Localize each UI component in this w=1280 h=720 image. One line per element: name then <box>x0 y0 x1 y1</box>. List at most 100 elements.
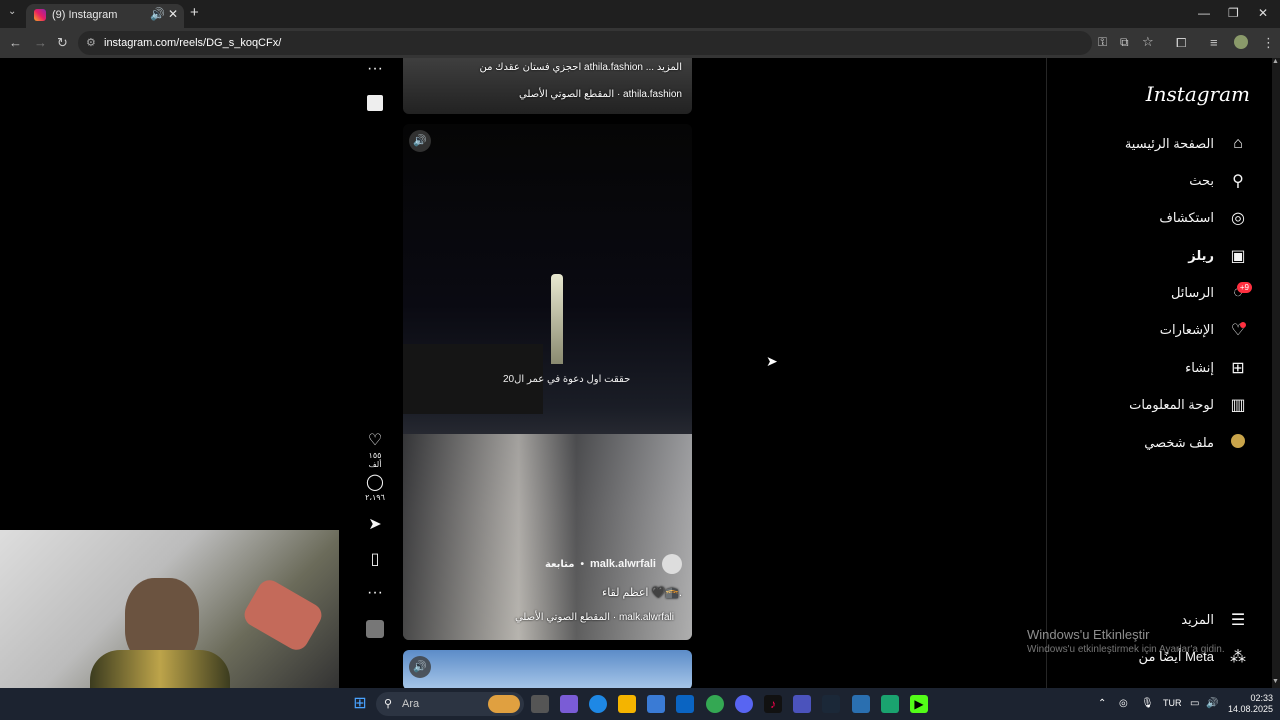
nav-label: استكشاف <box>1159 210 1214 225</box>
nav-search[interactable]: بحث ⚲ <box>1189 166 1248 196</box>
page-scrollbar[interactable]: ▲ ▼ <box>1272 58 1280 688</box>
audio-thumbnail-icon[interactable] <box>367 95 383 111</box>
nav-create[interactable]: إنشاء ⊞ <box>1185 353 1248 383</box>
webcam-overlay <box>0 530 339 690</box>
nav-label: بحث <box>1189 173 1214 188</box>
extensions-icon[interactable]: ⧠ <box>1176 35 1186 51</box>
media-controls-icon[interactable]: ≡ <box>1210 35 1218 50</box>
heart-icon: ♡ <box>367 432 383 449</box>
chrome-icon[interactable] <box>706 695 724 713</box>
reel-previous[interactable]: احجزي فستان عقدك من athila.fashion ... ا… <box>403 58 692 114</box>
window-close-icon[interactable]: ✕ <box>1258 6 1268 20</box>
more-options-icon[interactable]: ··· <box>363 60 387 78</box>
notification-dot <box>1240 322 1246 328</box>
new-tab-icon[interactable]: + <box>190 4 199 21</box>
like-button[interactable]: ♡ ١٥٥ ألف <box>363 430 387 469</box>
copilot-icon[interactable] <box>560 695 578 713</box>
reel-audio[interactable]: المقطع الصوتي الأصلي · athila.fashion <box>519 89 682 100</box>
tray-app-icon[interactable]: ◎ <box>1119 698 1128 709</box>
password-key-icon[interactable]: ⚿ <box>1098 35 1107 50</box>
nav-explore[interactable]: استكشاف ◎ <box>1159 203 1248 233</box>
reel-next[interactable]: 🔊 <box>403 650 692 688</box>
teams-icon[interactable] <box>793 695 811 713</box>
speaker-icon[interactable]: 🔊 <box>1206 698 1218 709</box>
address-bar[interactable]: ⚙ instagram.com/reels/DG_s_koqCFx/ ⚿ ⧉ ☆ <box>78 31 1154 55</box>
settings-app-icon[interactable] <box>852 695 870 713</box>
nav-label: ريلز <box>1188 248 1214 263</box>
messages-badge: +9 <box>1236 282 1252 293</box>
tab-close-icon[interactable]: ✕ <box>168 7 178 21</box>
bookmark-star-icon[interactable]: ☆ <box>1142 34 1154 50</box>
language-indicator[interactable]: TUR <box>1163 698 1182 708</box>
avatar-icon <box>1228 433 1248 453</box>
outlook-icon[interactable] <box>676 695 694 713</box>
profile-avatar-icon[interactable] <box>1234 35 1248 49</box>
follow-button[interactable]: متابعة <box>545 559 575 570</box>
discord-icon[interactable] <box>735 695 753 713</box>
nav-home[interactable]: الصفحة الرئيسية ⌂ <box>1125 129 1248 159</box>
author-avatar[interactable] <box>662 554 682 574</box>
file-explorer-icon[interactable] <box>618 695 636 713</box>
activation-watermark-title: Windows'u Etkinleştir <box>1027 627 1150 642</box>
tray-overflow-icon[interactable]: ⌃ <box>1098 698 1106 709</box>
tab-title: (9) Instagram <box>52 9 118 21</box>
comment-button[interactable]: ◯ ٢،١٩٦ <box>363 472 387 502</box>
messenger-icon: ◌ +9 <box>1228 282 1252 302</box>
nav-dashboard[interactable]: لوحة المعلومات ▥ <box>1129 390 1248 420</box>
menu-kebab-icon[interactable]: ⋮ <box>1262 35 1275 51</box>
edge-icon[interactable] <box>589 695 607 713</box>
reel-current[interactable]: 🔊 حققت اول دعوة في عمر ال20 متابعة • mal… <box>403 124 692 640</box>
scroll-down-icon[interactable]: ▼ <box>1272 678 1279 685</box>
nav-messages[interactable]: الرسائل ◌ +9 <box>1171 278 1252 308</box>
reel-audio[interactable]: المقطع الصوتي الأصلي · malk.alwrfali <box>515 612 674 623</box>
back-icon[interactable]: ← <box>9 35 22 50</box>
minimize-icon[interactable]: — <box>1198 6 1210 20</box>
scroll-up-icon[interactable]: ▲ <box>1272 58 1279 65</box>
comment-icon: ◯ <box>366 474 384 491</box>
nav-label: إنشاء <box>1185 360 1214 375</box>
store-icon[interactable] <box>647 695 665 713</box>
nav-reels[interactable]: ريلز ▣ <box>1188 241 1248 271</box>
nav-notifications[interactable]: الإشعارات ♡ <box>1160 315 1248 345</box>
network-icon[interactable]: ▭ <box>1190 698 1199 709</box>
more-options-icon[interactable]: ··· <box>363 584 387 602</box>
steam-icon[interactable] <box>822 695 840 713</box>
nav-label: ملف شخصي <box>1144 435 1214 450</box>
forward-icon[interactable]: → <box>34 35 47 50</box>
search-icon: ⚲ <box>1232 173 1244 190</box>
tiktok-icon[interactable]: ♪ <box>764 695 782 713</box>
volume-icon[interactable]: 🔊 <box>409 130 431 152</box>
phone-glare <box>240 575 326 655</box>
windows-start-icon[interactable]: ⊞ <box>351 695 369 713</box>
microphone-icon[interactable]: 🎙 <box>1141 698 1154 709</box>
instagram-logo[interactable]: Instagram <box>1146 82 1250 106</box>
browser-tab[interactable]: (9) Instagram 🔊 ✕ <box>26 4 184 28</box>
person-shirt <box>90 650 230 690</box>
taskbar-search[interactable]: ⚲ Ara <box>376 692 524 716</box>
task-view-icon[interactable] <box>531 695 549 713</box>
reel-username[interactable]: malk.alwrfali <box>590 558 656 570</box>
restore-icon[interactable]: ❐ <box>1228 6 1239 20</box>
app-icon[interactable] <box>881 695 899 713</box>
kick-icon[interactable]: ▶ <box>910 695 928 713</box>
reload-icon[interactable]: ↻ <box>57 35 68 51</box>
tab-audio-icon[interactable]: 🔊 <box>150 7 165 21</box>
mouse-cursor-icon: ➤ <box>766 353 778 369</box>
tab-list-icon[interactable]: ⌄ <box>8 6 16 17</box>
nav-profile[interactable]: ملف شخصي <box>1144 428 1248 458</box>
save-icon[interactable]: ▯ <box>363 549 387 569</box>
plus-icon: ⊞ <box>1231 360 1245 377</box>
reel-caption: احجزي فستان عقدك من athila.fashion ... ا… <box>479 62 682 73</box>
browser-tab-bar: ⌄ (9) Instagram 🔊 ✕ + — ❐ ✕ <box>0 0 1280 28</box>
hamburger-icon: ☰ <box>1230 612 1246 629</box>
dashboard-icon: ▥ <box>1230 397 1246 414</box>
share-icon[interactable]: ➤ <box>363 514 387 534</box>
nav-label: المزيد <box>1181 612 1214 627</box>
site-info-icon[interactable]: ⚙ <box>86 36 96 49</box>
nav-more[interactable]: المزيد ☰ <box>1181 605 1248 635</box>
taskbar-clock[interactable]: 02:33 14.08.2025 <box>1228 693 1273 715</box>
install-app-icon[interactable]: ⧉ <box>1120 35 1129 50</box>
volume-icon[interactable]: 🔊 <box>409 656 431 678</box>
reels-icon: ▣ <box>1230 248 1246 265</box>
audio-thumbnail-icon[interactable] <box>366 620 384 638</box>
